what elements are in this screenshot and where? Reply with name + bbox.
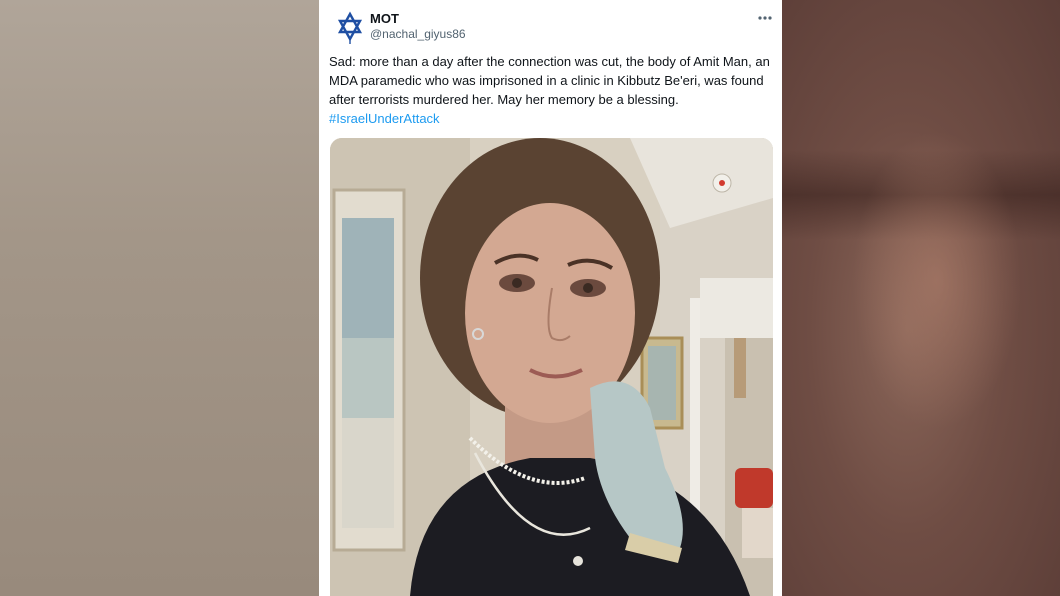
tweet-text: Sad: more than a day after the connectio… [329, 54, 770, 107]
tweet-card[interactable]: MOT @nachal_giyus86 Sad: more than a day… [319, 0, 782, 596]
more-horizontal-icon [758, 16, 772, 20]
background-left-blur [0, 0, 320, 596]
tweet-body: Sad: more than a day after the connectio… [329, 52, 777, 128]
star-of-david-icon [337, 11, 363, 44]
blur-face-region [852, 130, 1022, 430]
user-handle[interactable]: @nachal_giyus86 [370, 27, 466, 41]
display-name[interactable]: MOT [370, 11, 399, 26]
photo-illustration [330, 138, 773, 596]
background-right-blur [782, 0, 1060, 596]
tweet-photo[interactable] [330, 138, 773, 596]
more-options-button[interactable] [753, 9, 777, 27]
profile-avatar[interactable] [329, 8, 371, 48]
hashtag-link[interactable]: #IsraelUnderAttack [329, 111, 440, 126]
